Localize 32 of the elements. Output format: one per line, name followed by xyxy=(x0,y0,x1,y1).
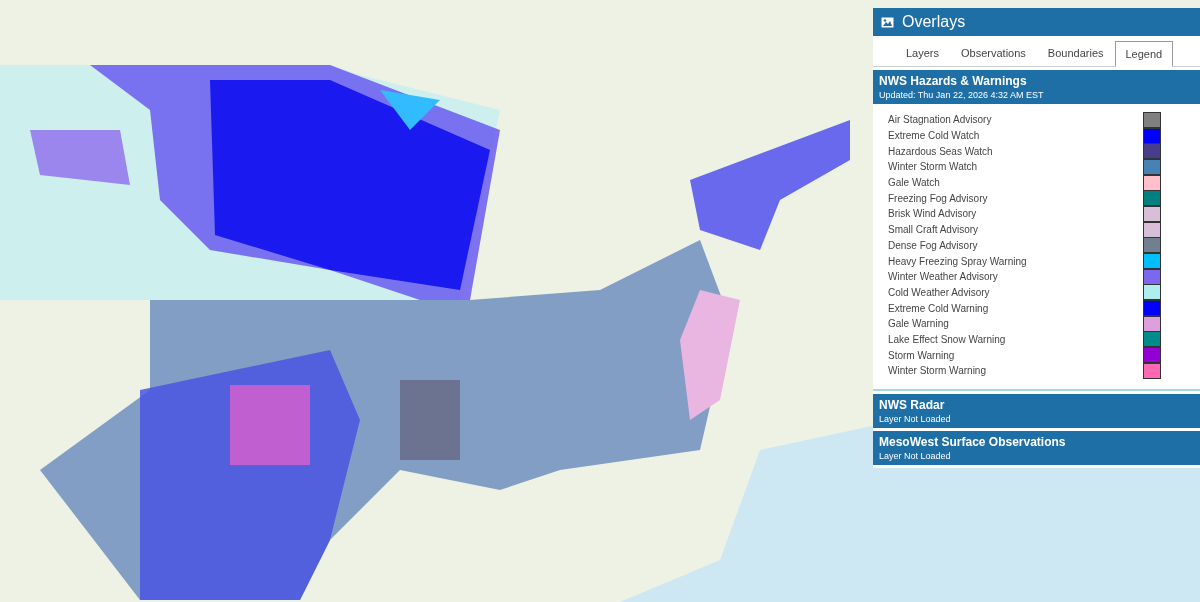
legend-label: Winter Storm Watch xyxy=(888,160,978,175)
tab[interactable]: Observations xyxy=(950,40,1037,66)
tab[interactable]: Layers xyxy=(895,40,951,66)
legend-label: Freezing Fog Advisory xyxy=(888,191,988,206)
section-subtitle: Layer Not Loaded xyxy=(879,412,952,425)
legend-label: Lake Effect Snow Warning xyxy=(888,332,1006,347)
legend-label: Gale Warning xyxy=(888,317,949,332)
section-subtitle: Layer Not Loaded xyxy=(879,449,952,462)
legend-label: Brisk Wind Advisory xyxy=(888,207,977,222)
legend-label: Small Craft Advisory xyxy=(888,223,979,238)
section-header[interactable]: MesoWest Surface Observations Layer Not Loaded xyxy=(873,430,1200,465)
section-title: NWS Radar xyxy=(879,396,946,413)
panel-title: Overlays xyxy=(902,12,966,32)
legend-label: Dense Fog Advisory xyxy=(888,238,978,253)
legend-label: Winter Weather Advisory xyxy=(888,270,998,285)
legend-label: Extreme Cold Watch xyxy=(888,129,980,144)
legend-label: Cold Weather Advisory xyxy=(888,285,990,300)
section-title: NWS Hazards & Warnings xyxy=(879,73,1028,89)
section-title: MesoWest Surface Observations xyxy=(879,433,1067,450)
section-header[interactable]: NWS Radar Layer Not Loaded xyxy=(873,393,1200,428)
tab[interactable]: Legend xyxy=(1114,41,1174,67)
image-icon xyxy=(881,16,894,28)
section-header[interactable]: NWS Hazards & Warnings Updated: Thu Jan 22, 2026 4:32 AM EST xyxy=(873,70,1200,104)
legend-label: Winter Storm Warning xyxy=(888,364,986,379)
legend-label: Hazardous Seas Watch xyxy=(888,144,993,159)
legend-label: Heavy Freezing Spray Warning xyxy=(888,254,1027,269)
tab[interactable]: Boundaries xyxy=(1036,40,1115,66)
legend-label: Air Stagnation Advisory xyxy=(888,113,992,128)
legend-label: Extreme Cold Warning xyxy=(888,301,989,316)
legend-label: Gale Watch xyxy=(888,176,940,191)
legend-label: Storm Warning xyxy=(888,348,955,363)
section-subtitle: Updated: Thu Jan 22, 2026 4:32 AM EST xyxy=(879,89,1045,101)
